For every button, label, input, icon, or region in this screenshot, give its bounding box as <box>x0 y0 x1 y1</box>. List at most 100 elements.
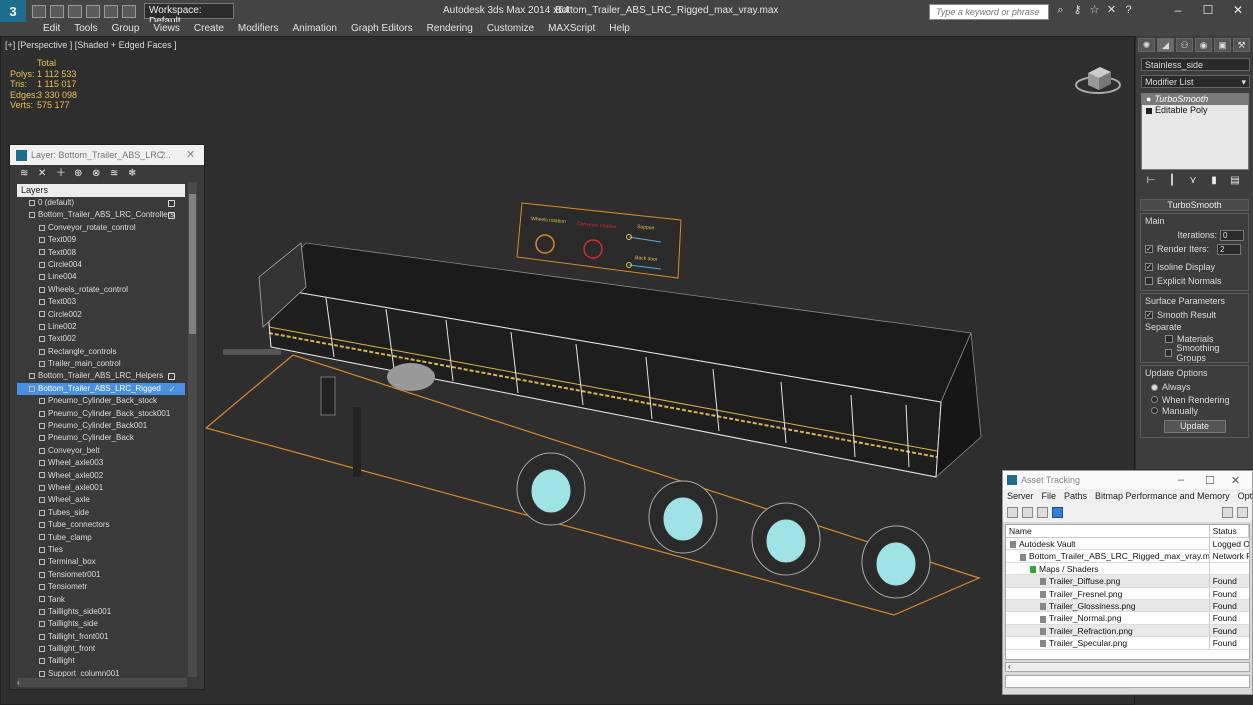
modifier-stack[interactable]: ● TurboSmooth Editable Poly <box>1141 93 1249 170</box>
modifier-list-dropdown[interactable]: Modifier List ▾ <box>1141 75 1250 88</box>
menu-modifiers[interactable]: Modifiers <box>231 22 286 36</box>
redo-icon[interactable] <box>104 4 118 18</box>
vertical-scrollbar[interactable] <box>188 182 197 677</box>
render-iters-spinner[interactable]: 2 <box>1217 243 1242 255</box>
modify-tab-icon[interactable]: ◢ <box>1157 38 1174 52</box>
object-row[interactable]: Conveyor_rotate_control <box>17 222 185 234</box>
object-row[interactable]: Taillight_front001 <box>17 631 185 643</box>
open-file-icon[interactable] <box>50 4 64 18</box>
table-view-icon[interactable] <box>1052 507 1063 518</box>
object-row[interactable]: Text008 <box>17 247 185 259</box>
menu-customize[interactable]: Customize <box>480 22 541 36</box>
menu-rendering[interactable]: Rendering <box>420 22 480 36</box>
layers-column-header[interactable]: Layers <box>17 184 185 197</box>
project-folder-icon[interactable] <box>122 4 136 18</box>
object-row[interactable]: Wheels_rotate_control <box>17 284 185 296</box>
status-column-header[interactable]: Status <box>1210 525 1249 537</box>
smooth-result-checkbox[interactable]: ✓ <box>1145 311 1153 319</box>
asset-row[interactable]: Autodesk Vault Logged O <box>1006 538 1249 551</box>
object-row[interactable]: Taillight_front <box>17 643 185 655</box>
minimize-icon[interactable]: – <box>1178 474 1184 486</box>
asset-row[interactable]: Trailer_Fresnel.png Found <box>1006 587 1249 600</box>
workspace-dropdown[interactable]: Workspace: Default <box>144 3 234 27</box>
refresh-icon[interactable] <box>1222 507 1233 518</box>
menu-edit[interactable]: Edit <box>36 22 67 36</box>
object-row[interactable]: Trailer_main_control <box>17 358 185 370</box>
asset-row[interactable]: Trailer_Specular.png Found <box>1006 637 1249 650</box>
object-row[interactable]: Tensiometr001 <box>17 569 185 581</box>
remove-modifier-icon[interactable]: ▮ <box>1207 175 1221 187</box>
viewcube-icon[interactable] <box>1073 59 1123 99</box>
binoculars-icon[interactable]: ⌕ <box>1054 4 1067 17</box>
layer-visibility-icon[interactable] <box>168 200 175 207</box>
object-row[interactable]: Terminal_box <box>17 556 185 568</box>
object-name-field[interactable]: Stainless_side <box>1141 58 1250 71</box>
hide-all-icon[interactable]: ≊ <box>110 169 120 179</box>
object-row[interactable]: Tube_connectors <box>17 519 185 531</box>
object-row[interactable]: Pneumo_Cylinder_Back <box>17 432 185 444</box>
render-iters-checkbox[interactable]: ✓ <box>1145 245 1153 253</box>
search-input[interactable]: Type a keyword or phrase <box>929 4 1049 20</box>
layer-window-titlebar[interactable]: Layer: Bottom_Trailer_ABS_LRC... ? ✕ <box>10 145 204 165</box>
display-tab-icon[interactable]: ▣ <box>1214 38 1231 52</box>
highlight-layer-icon[interactable]: ⊗ <box>92 169 102 179</box>
pin-stack-icon[interactable]: ⊢ <box>1144 175 1158 187</box>
object-row[interactable]: Tube_clamp <box>17 532 185 544</box>
add-to-layer-icon[interactable]: ＋ <box>56 169 66 179</box>
materials-checkbox[interactable] <box>1165 335 1173 343</box>
menu-group[interactable]: Group <box>105 22 147 36</box>
object-row[interactable]: Tank <box>17 594 185 606</box>
layer-visibility-icon[interactable] <box>168 212 175 220</box>
motion-tab-icon[interactable]: ◉ <box>1195 38 1212 52</box>
menu-create[interactable]: Create <box>187 22 231 36</box>
object-row[interactable]: Conveyor_belt <box>17 445 185 457</box>
menu-maxscript[interactable]: MAXScript <box>541 22 602 36</box>
exchange-icon[interactable]: ✕ <box>1105 4 1118 17</box>
layer-list[interactable]: 0 (default) Bottom_Trailer_ABS_LRC_Contro… <box>17 197 185 677</box>
help-icon[interactable]: ? <box>160 150 165 160</box>
object-row[interactable]: Wheel_axle001 <box>17 482 185 494</box>
menu-server[interactable]: Server <box>1007 489 1034 504</box>
undo-icon[interactable] <box>86 4 100 18</box>
object-row[interactable]: Wheel_axle <box>17 494 185 506</box>
configure-modifier-sets-icon[interactable]: ▤ <box>1228 175 1242 187</box>
bulb-icon[interactable]: ● <box>1146 94 1151 105</box>
object-row[interactable]: Line004 <box>17 271 185 283</box>
maximize-icon[interactable]: ☐ <box>1198 3 1218 17</box>
details-view-icon[interactable] <box>1037 507 1048 518</box>
star-icon[interactable]: ☆ <box>1088 4 1101 17</box>
explicit-normals-checkbox[interactable] <box>1145 277 1153 285</box>
object-row[interactable]: Tensiometr <box>17 581 185 593</box>
minimize-icon[interactable]: – <box>1168 3 1188 17</box>
menu-file[interactable]: File <box>1042 489 1057 504</box>
create-tab-icon[interactable]: ✺ <box>1138 38 1155 52</box>
object-row[interactable]: Circle004 <box>17 259 185 271</box>
layer-row[interactable]: 0 (default) <box>17 197 185 209</box>
object-row[interactable]: Pneumo_Cylinder_Back_stock <box>17 395 185 407</box>
object-row[interactable]: Taillights_side <box>17 618 185 630</box>
manually-radio[interactable] <box>1151 407 1158 414</box>
isoline-checkbox[interactable]: ✓ <box>1145 263 1153 271</box>
object-row[interactable]: Support_column001 <box>17 668 185 677</box>
asset-row[interactable]: Trailer_Diffuse.png Found <box>1006 575 1249 588</box>
hierarchy-tab-icon[interactable]: ⚇ <box>1176 38 1193 52</box>
asset-table[interactable]: Name Status Autodesk Vault Logged O Bottom… <box>1005 524 1250 660</box>
select-layer-icon[interactable]: ⊕ <box>74 169 84 179</box>
stack-item-editable-poly[interactable]: Editable Poly <box>1142 105 1248 116</box>
object-row[interactable]: Text003 <box>17 296 185 308</box>
object-row[interactable]: Circle002 <box>17 309 185 321</box>
make-unique-icon[interactable]: ⋎ <box>1186 175 1200 187</box>
new-file-icon[interactable] <box>32 4 46 18</box>
horizontal-scrollbar[interactable]: ‹ <box>1005 662 1250 672</box>
app-logo-icon[interactable]: 3 <box>0 0 26 22</box>
menu-options[interactable]: Options <box>1238 489 1252 504</box>
save-file-icon[interactable] <box>68 4 82 18</box>
object-row[interactable]: Line002 <box>17 321 185 333</box>
stack-item-turbosmooth[interactable]: ● TurboSmooth <box>1142 94 1248 105</box>
when-rendering-radio[interactable] <box>1151 396 1158 403</box>
object-row[interactable]: Rectangle_controls <box>17 346 185 358</box>
tree-view-icon[interactable] <box>1007 507 1018 518</box>
list-view-icon[interactable] <box>1022 507 1033 518</box>
menu-help[interactable]: Help <box>602 22 637 36</box>
update-button[interactable]: Update <box>1163 420 1226 433</box>
